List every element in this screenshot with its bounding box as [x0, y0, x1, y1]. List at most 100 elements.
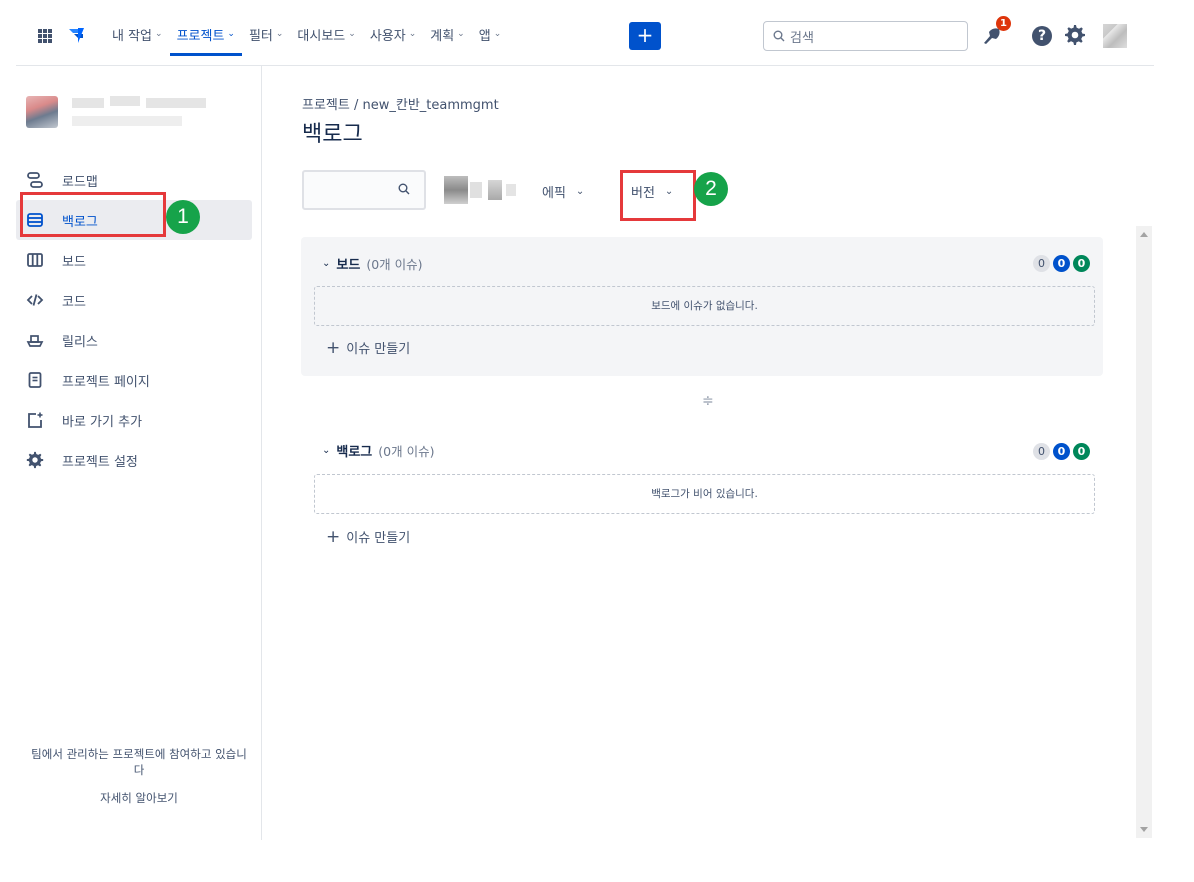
nav-item-apps[interactable]: 앱 ⌄: [472, 20, 509, 48]
nav-item-dashboards[interactable]: 대시보드 ⌄: [290, 20, 362, 48]
nav-item-label: 계획: [430, 28, 455, 44]
nav-item-label: 사용자: [369, 28, 406, 44]
backlog-status-counts: 0 0 0: [1033, 443, 1090, 460]
top-navigation: 내 작업 ⌄ 프로젝트 ⌄ 필터 ⌄ 대시보드 ⌄ 사용자 ⌄ 계획 ⌄ 앱 ⌄ + 검색 1…: [0, 0, 1194, 66]
create-button[interactable]: +: [629, 22, 661, 50]
annotation-highlight-backlog: [20, 192, 166, 237]
board-section-title: 보드: [336, 258, 361, 273]
in-progress-count-badge: 0: [1053, 443, 1070, 460]
jira-logo-icon[interactable]: [66, 25, 88, 45]
chevron-down-icon: ⌄: [322, 258, 331, 269]
team-managed-note: 팀에서 관리하는 프로젝트에 참여하고 있습니다: [31, 747, 247, 777]
chevron-down-icon: ⌄: [155, 29, 163, 39]
board-section-header[interactable]: ⌄ 보드 (0개 이슈): [322, 254, 423, 273]
board-icon: [27, 253, 43, 267]
project-name-redacted[interactable]: [72, 96, 222, 130]
search-icon: [398, 183, 410, 195]
annotation-marker-2: 2: [694, 172, 728, 206]
board-empty-state: 보드에 이슈가 없습니다.: [314, 286, 1095, 326]
sidebar-item-label: 릴리스: [62, 334, 98, 350]
chevron-down-icon: ⌄: [322, 445, 331, 456]
nav-item-my-work[interactable]: 내 작업 ⌄: [105, 20, 170, 48]
section-resize-handle-icon[interactable]: ≑: [702, 393, 714, 409]
scroll-down-arrow-icon[interactable]: [1140, 827, 1148, 832]
chevron-down-icon: ⌄: [348, 29, 356, 39]
sidebar-item-releases[interactable]: 릴리스: [16, 320, 252, 360]
sidebar-item-project-pages[interactable]: 프로젝트 페이지: [16, 360, 252, 400]
nav-item-label: 프로젝트: [176, 28, 225, 44]
add-shortcut-icon: [28, 412, 43, 428]
backlog-section-header[interactable]: ⌄ 백로그 (0개 이슈): [322, 441, 434, 460]
annotation-marker-1: 1: [166, 200, 200, 234]
nav-item-projects[interactable]: 프로젝트 ⌄: [169, 20, 243, 56]
done-count-badge: 0: [1073, 443, 1090, 460]
sidebar-item-label: 코드: [62, 294, 86, 310]
notification-badge: 1: [996, 16, 1011, 31]
main-scrollbar[interactable]: [1136, 226, 1152, 838]
sidebar-footer: 팀에서 관리하는 프로젝트에 참여하고 있습니다 자세히 알아보기: [16, 746, 262, 806]
roadmap-icon: [27, 172, 43, 188]
backlog-create-issue-button[interactable]: + 이슈 만들기: [326, 527, 410, 546]
search-icon: [773, 30, 785, 42]
create-issue-label: 이슈 만들기: [346, 531, 411, 546]
plus-icon: +: [326, 526, 341, 547]
nav-item-label: 대시보드: [297, 28, 346, 44]
chevron-down-icon: ⌄: [575, 186, 585, 197]
chevron-down-icon: ⌄: [493, 29, 502, 39]
scroll-up-arrow-icon[interactable]: [1140, 232, 1148, 237]
breadcrumb[interactable]: 프로젝트 / new_칸반_teammgmt: [302, 94, 499, 113]
chevron-down-icon: ⌄: [275, 29, 284, 39]
project-sidebar: 로드맵 백로그 보드 코드 릴리스 프로젝트 페이지 바로 가기 추가 프로젝트…: [16, 66, 262, 840]
app-switcher-icon[interactable]: [38, 29, 52, 43]
sidebar-item-label: 로드맵: [62, 174, 98, 190]
sidebar-item-add-shortcut[interactable]: 바로 가기 추가: [16, 400, 252, 440]
sidebar-item-label: 보드: [62, 254, 86, 270]
learn-more-link[interactable]: 자세히 알아보기: [16, 790, 262, 806]
plus-icon: +: [326, 337, 341, 358]
page-title: 백로그: [302, 122, 363, 147]
global-search-input[interactable]: 검색: [763, 21, 968, 51]
page-icon: [28, 372, 42, 388]
board-issue-count: (0개 이슈): [366, 257, 423, 272]
project-avatar[interactable]: [26, 96, 58, 128]
backlog-section-title: 백로그: [336, 445, 373, 460]
todo-count-badge: 0: [1033, 255, 1050, 272]
search-placeholder: 검색: [790, 30, 814, 46]
nav-item-filters[interactable]: 필터 ⌄: [242, 20, 290, 48]
backlog-empty-state: 백로그가 비어 있습니다.: [314, 474, 1095, 514]
nav-item-label: 필터: [248, 28, 273, 44]
sidebar-item-project-settings[interactable]: 프로젝트 설정: [16, 440, 252, 480]
code-icon: [26, 294, 44, 306]
epic-filter-dropdown[interactable]: 에픽 ⌄: [542, 182, 584, 201]
nav-item-people[interactable]: 사용자 ⌄: [363, 20, 423, 48]
board-empty-text: 보드에 이슈가 없습니다.: [651, 300, 758, 312]
sidebar-item-label: 바로 가기 추가: [62, 414, 143, 430]
help-icon[interactable]: ?: [1032, 26, 1052, 46]
sidebar-item-label: 프로젝트 설정: [62, 454, 138, 470]
nav-item-label: 앱: [478, 28, 491, 44]
gear-icon: [26, 451, 44, 469]
board-create-issue-button[interactable]: + 이슈 만들기: [326, 338, 410, 357]
nav-item-plans[interactable]: 계획 ⌄: [423, 20, 471, 48]
backlog-issue-count: (0개 이슈): [378, 444, 435, 459]
board-status-counts: 0 0 0: [1033, 255, 1090, 272]
nav-menu: 내 작업 ⌄ 프로젝트 ⌄ 필터 ⌄ 대시보드 ⌄ 사용자 ⌄ 계획 ⌄ 앱 ⌄: [105, 20, 509, 56]
chevron-down-icon: ⌄: [457, 29, 465, 39]
sidebar-item-board[interactable]: 보드: [16, 240, 252, 280]
done-count-badge: 0: [1073, 255, 1090, 272]
todo-count-badge: 0: [1033, 443, 1050, 460]
nav-item-label: 내 작업: [112, 28, 153, 44]
chevron-down-icon: ⌄: [408, 29, 417, 39]
epic-filter-label: 에픽: [542, 186, 566, 201]
release-icon: [26, 335, 44, 347]
user-avatar[interactable]: [1103, 24, 1127, 48]
settings-gear-icon[interactable]: [1064, 24, 1086, 46]
annotation-highlight-version: [620, 170, 696, 221]
backlog-empty-text: 백로그가 비어 있습니다.: [651, 488, 758, 500]
sidebar-item-label: 프로젝트 페이지: [62, 374, 150, 390]
backlog-search-input[interactable]: [302, 170, 426, 210]
assignee-avatars-redacted[interactable]: [438, 174, 520, 206]
chevron-down-icon: ⌄: [227, 29, 235, 39]
create-issue-label: 이슈 만들기: [346, 342, 411, 357]
sidebar-item-code[interactable]: 코드: [16, 280, 252, 320]
